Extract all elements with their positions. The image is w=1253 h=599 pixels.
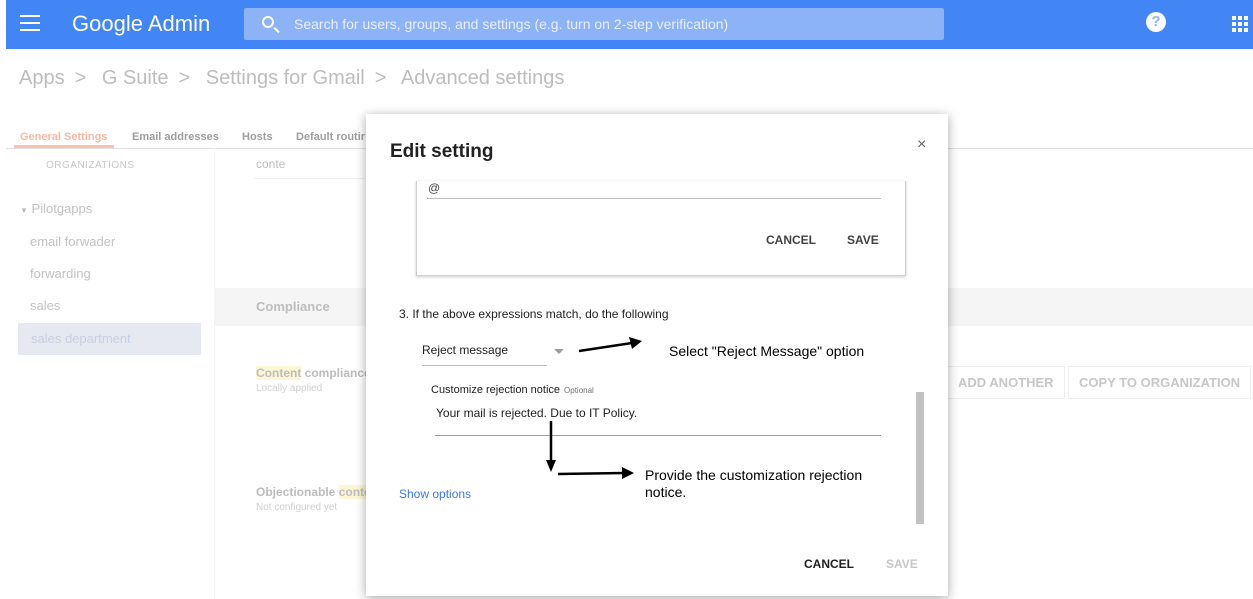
- select-hint-annotation: Select "Reject Message" option: [669, 343, 865, 359]
- arrowhead-icon: [546, 460, 556, 472]
- arrow-to-notice: [557, 471, 625, 476]
- arrow-to-select: [578, 341, 633, 353]
- annotation-arrows: [546, 337, 642, 479]
- notice-hint-annotation: Provide the customization rejection noti…: [645, 467, 863, 500]
- arrowhead-icon: [622, 467, 634, 479]
- arrowhead-icon: [629, 337, 642, 349]
